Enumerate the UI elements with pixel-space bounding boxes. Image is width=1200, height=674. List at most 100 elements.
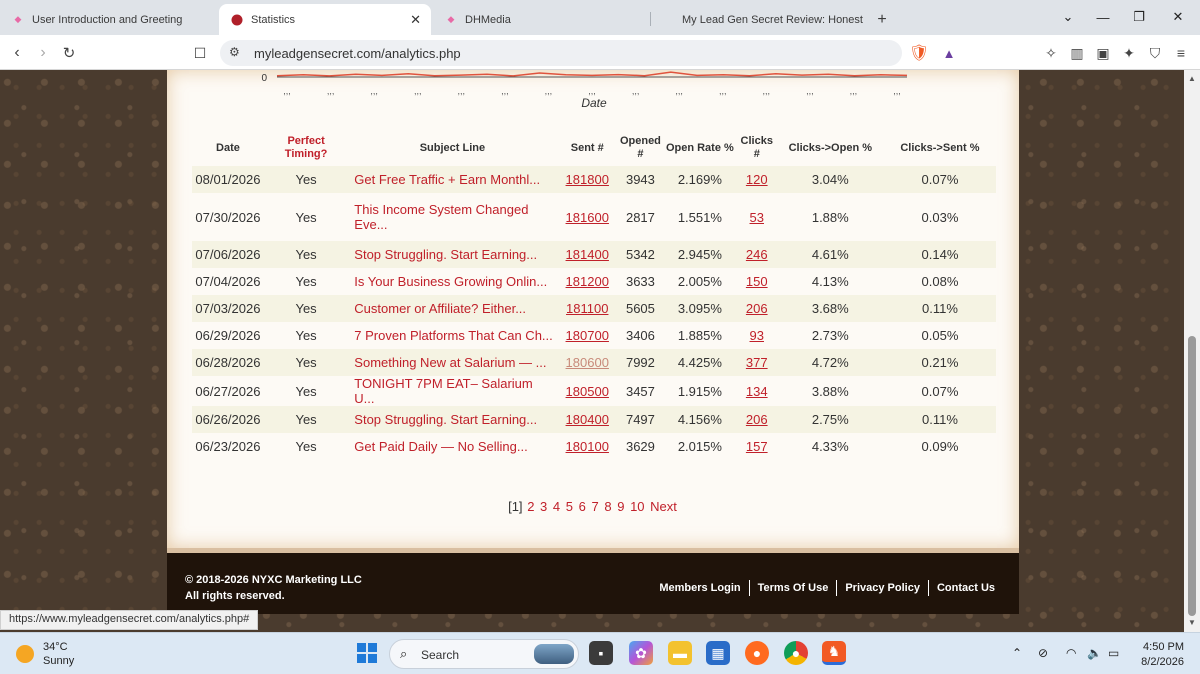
table-row: 06/29/2026 Yes 7 Proven Platforms That Can… xyxy=(192,322,996,349)
clicks-count-link[interactable]: 206 xyxy=(746,412,768,427)
address-bar[interactable]: ⚙ myleadgensecret.com/analytics.php xyxy=(220,40,902,66)
pager-page-link[interactable]: 6 xyxy=(579,499,586,514)
brave-rewards-icon[interactable]: ▲ xyxy=(938,42,960,64)
site-info-icon[interactable]: ⚙ xyxy=(229,45,240,59)
menu-icon[interactable]: ≡ xyxy=(1170,42,1192,64)
sidebar-icon[interactable]: ▥ xyxy=(1066,42,1088,64)
sent-count-link[interactable]: 181800 xyxy=(566,172,609,187)
sent-count-link[interactable]: 181600 xyxy=(566,210,609,225)
maximize-icon[interactable]: ❐ xyxy=(1124,6,1154,28)
table-row: 06/23/2026 Yes Get Paid Daily — No Selling… xyxy=(192,433,996,460)
table-cell: 4.33% xyxy=(811,439,849,454)
taskbar-search[interactable]: ⌕ Search xyxy=(389,639,579,669)
wallet-icon[interactable]: ▣ xyxy=(1092,42,1114,64)
extensions-icon[interactable]: ✧ xyxy=(1040,42,1062,64)
sent-count-link[interactable]: 180500 xyxy=(566,384,609,399)
brave-browser-icon[interactable]: ♞ xyxy=(822,641,846,665)
reload-icon[interactable]: ↻ xyxy=(58,42,80,64)
table-cell: Yes xyxy=(263,241,349,268)
clicks-count-link[interactable]: 206 xyxy=(746,301,768,316)
table-cell: 06/23/2026 xyxy=(195,439,261,454)
sent-count-link[interactable]: 181100 xyxy=(566,301,608,316)
pager-page-link[interactable]: 5 xyxy=(566,499,573,514)
tab-statistics[interactable]: Statistics ✕ xyxy=(219,4,431,35)
pager-page-link[interactable]: 3 xyxy=(540,499,547,514)
sent-count-link[interactable]: 181400 xyxy=(566,247,609,262)
x-tick-label: ,,, xyxy=(763,86,771,96)
volume-icon[interactable]: 🔈 xyxy=(1087,646,1102,660)
pagination: [1] 2 3 4 5 6 7 8 9 10 Next xyxy=(167,499,1019,514)
table-row: 06/27/2026 Yes TONIGHT 7PM EAT– Salarium U… xyxy=(192,376,996,406)
table-cell: 134 xyxy=(737,376,777,406)
pager-page-link[interactable]: 10 xyxy=(630,499,644,514)
taskbar: 34°C Sunny ⌕ Search ▪ ✿ ▬ ▦ ● ● ♞ ⌃ ⊘ ◠ … xyxy=(0,632,1200,674)
x-tick-label: ,,, xyxy=(458,86,466,96)
task-view-icon[interactable]: ▪ xyxy=(589,641,613,665)
tray-overflow-icon[interactable]: ⌃ xyxy=(1012,646,1022,660)
brave-shield-icon[interactable]: 🛡 xyxy=(908,42,930,64)
column-header: Open Rate % xyxy=(665,141,734,154)
y-tick-label: 0 xyxy=(261,73,267,84)
microsoft-store-icon[interactable]: ▦ xyxy=(706,641,730,665)
pager-page-link[interactable]: 2 xyxy=(527,499,534,514)
copilot-icon[interactable]: ✿ xyxy=(629,641,653,665)
sent-count-link[interactable]: 181200 xyxy=(566,274,609,289)
table-header-row: Date Perfect Timing? Subject Line Sent # Ope… xyxy=(192,130,996,166)
tab-user-introduction[interactable]: ◆ User Introduction and Greeting xyxy=(0,4,215,35)
clicks-count-link[interactable]: 134 xyxy=(746,384,768,399)
wifi-icon[interactable]: ◠ xyxy=(1066,646,1076,660)
system-clock[interactable]: 4:50 PM 8/2/2026 xyxy=(1141,640,1184,670)
pager-page-link[interactable]: 9 xyxy=(617,499,624,514)
scrollbar-thumb[interactable] xyxy=(1188,336,1196,616)
back-icon[interactable]: ‹ xyxy=(6,42,28,64)
footer-link-members-login[interactable]: Members Login xyxy=(651,580,748,596)
tab-search-chevron-icon[interactable]: ⌄ xyxy=(1053,6,1083,28)
clicks-count-link[interactable]: 120 xyxy=(746,172,768,187)
footer-link-terms[interactable]: Terms Of Use xyxy=(748,580,837,596)
table-cell: 0.11% xyxy=(883,295,996,322)
column-header: Sent # xyxy=(570,141,604,154)
vpn-icon[interactable]: ⛉ xyxy=(1144,42,1166,64)
sent-count-link[interactable]: 180600 xyxy=(566,355,609,370)
forward-icon[interactable]: › xyxy=(32,42,54,64)
network-off-icon[interactable]: ⊘ xyxy=(1038,646,1048,660)
windows-start-icon[interactable] xyxy=(355,641,379,665)
table-cell: 206 xyxy=(736,406,777,433)
clicks-count-link[interactable]: 377 xyxy=(746,355,768,370)
minimize-icon[interactable]: — xyxy=(1088,6,1118,28)
sent-count-link[interactable]: 180700 xyxy=(566,328,609,343)
scroll-down-icon[interactable]: ▼ xyxy=(1188,618,1196,627)
clicks-count-link[interactable]: 150 xyxy=(746,274,768,289)
sent-count-link[interactable]: 180400 xyxy=(566,412,609,427)
firefox-icon[interactable]: ● xyxy=(745,641,769,665)
clicks-count-link[interactable]: 53 xyxy=(750,210,764,225)
close-tab-icon[interactable]: ✕ xyxy=(410,12,421,28)
tab-review[interactable]: My Lead Gen Secret Review: Honest xyxy=(670,4,870,35)
battery-icon[interactable]: ▭ xyxy=(1108,646,1119,660)
new-tab-button[interactable]: + xyxy=(870,4,894,35)
table-cell: 5342 xyxy=(617,241,663,268)
file-explorer-icon[interactable]: ▬ xyxy=(668,641,692,665)
clicks-count-link[interactable]: 157 xyxy=(746,439,768,454)
leo-ai-icon[interactable]: ✦ xyxy=(1118,42,1140,64)
pager-page-link[interactable]: 7 xyxy=(591,499,598,514)
table-cell: Yes xyxy=(295,209,317,225)
pager-page-link[interactable]: 8 xyxy=(604,499,611,514)
pager-page-link[interactable]: 4 xyxy=(553,499,560,514)
weather-widget[interactable]: 34°C Sunny xyxy=(16,640,74,668)
address-url[interactable]: myleadgensecret.com/analytics.php xyxy=(254,46,461,61)
sent-count-link[interactable]: 180100 xyxy=(566,439,609,454)
close-window-icon[interactable]: ✕ xyxy=(1163,6,1193,28)
tab-dhmedia[interactable]: ◆ DHMedia xyxy=(433,4,648,35)
link-status-bubble: https://www.myleadgensecret.com/analytic… xyxy=(0,610,259,630)
scroll-up-icon[interactable]: ▲ xyxy=(1188,74,1196,83)
clicks-count-link[interactable]: 93 xyxy=(750,328,764,343)
clicks-count-link[interactable]: 246 xyxy=(746,247,768,262)
chrome-icon[interactable]: ● xyxy=(784,641,808,665)
bookmark-icon[interactable]: ☐ xyxy=(189,42,211,64)
x-tick-label: ,,, xyxy=(545,86,553,96)
page-scrollbar[interactable]: ▲ ▼ xyxy=(1184,70,1200,632)
footer-link-privacy[interactable]: Privacy Policy xyxy=(836,580,928,596)
pager-next-link[interactable]: Next xyxy=(650,499,677,514)
footer-link-contact[interactable]: Contact Us xyxy=(927,580,1003,596)
